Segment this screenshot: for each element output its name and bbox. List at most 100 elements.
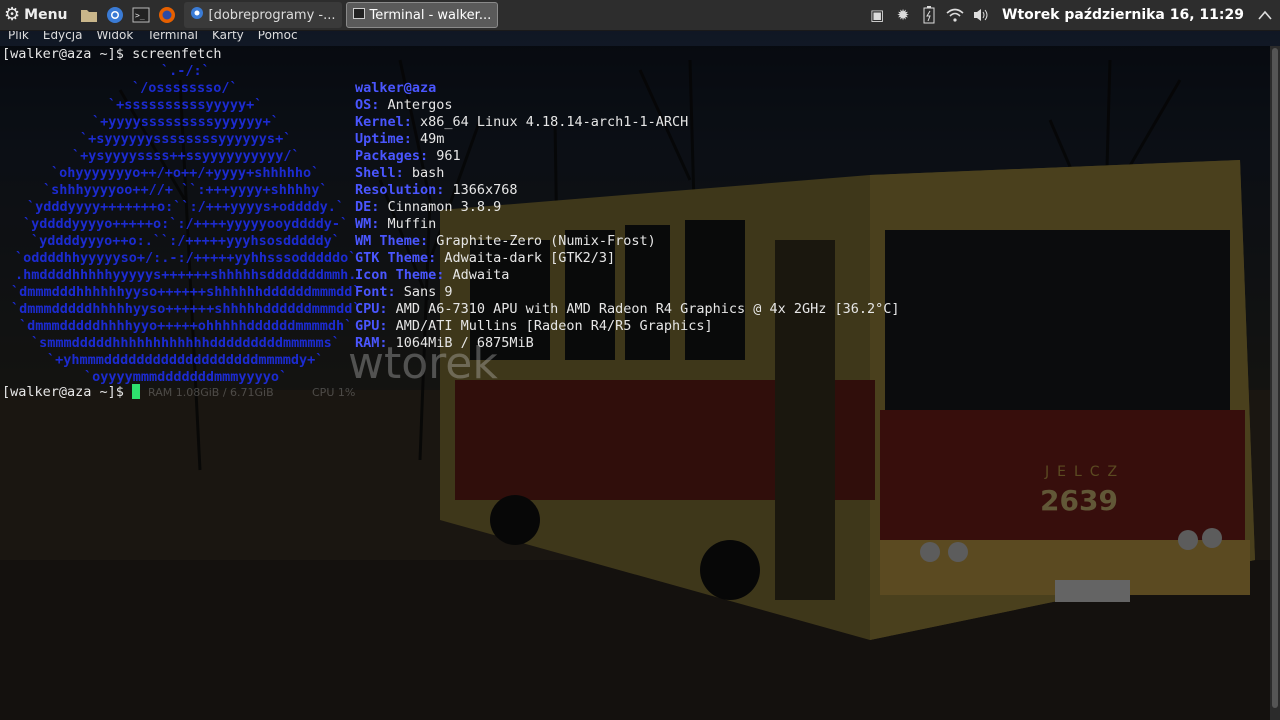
terminal-menu-item[interactable]: Plik bbox=[0, 29, 35, 46]
terminal-scrollbar[interactable] bbox=[1270, 46, 1280, 720]
logo-line: `+yhmmmdddddddddddddddddddmmmmdy+` bbox=[47, 352, 324, 368]
wifi-icon[interactable] bbox=[946, 6, 964, 24]
info-line: GTK Theme: Adwaita-dark [GTK2/3] bbox=[355, 250, 615, 267]
prompt-line[interactable]: [walker@aza ~]$ bbox=[2, 384, 141, 401]
info-key: DE: bbox=[355, 199, 380, 215]
info-value: 961 bbox=[428, 148, 461, 164]
info-value: Cinnamon 3.8.9 bbox=[379, 199, 502, 215]
chromium-icon bbox=[190, 6, 204, 24]
info-line: Shell: bash bbox=[355, 165, 444, 182]
info-line: Kernel: x86_64 Linux 4.18.14-arch1-1-ARC… bbox=[355, 114, 688, 131]
logo-line: `shhhyyyyoo++//+ ``:+++yyyy+shhhhy` bbox=[43, 182, 328, 198]
logo-line: `/ossssssso/` bbox=[132, 80, 238, 96]
info-value: 1366x768 bbox=[444, 182, 518, 198]
top-panel: ⚙ Menu >_ [dobreprogramy -... Terminal -… bbox=[0, 0, 1280, 31]
logo-line: `ydddyyyy+++++++o:``:/+++yyyys+oddddy.` bbox=[27, 199, 344, 215]
info-key: Packages: bbox=[355, 148, 429, 164]
logo-line: `dmmmdddddhhhhhyyso++++++shhhhhddddddmmm… bbox=[11, 301, 361, 317]
info-line: walker@aza bbox=[355, 80, 436, 97]
info-value: Adwaita bbox=[444, 267, 510, 283]
screenshot-icon[interactable]: ▣ bbox=[868, 6, 886, 24]
terminal-menu-item[interactable]: Widok bbox=[88, 29, 139, 46]
info-line: WM: Muffin bbox=[355, 216, 436, 233]
menu-button[interactable]: ⚙ Menu bbox=[0, 0, 76, 30]
chromium-launcher-icon[interactable] bbox=[105, 5, 125, 25]
info-key: walker@aza bbox=[355, 80, 437, 96]
logo-line: `oddddhhyyyyyso+/:.-:/+++++yyhhsssoddddd… bbox=[15, 250, 357, 266]
battery-icon[interactable] bbox=[920, 6, 938, 24]
info-value: bash bbox=[403, 165, 445, 181]
terminal-window[interactable]: [walker@aza ~]$ screenfetch `.-/:` `/osss… bbox=[0, 46, 1270, 720]
info-line: DE: Cinnamon 3.8.9 bbox=[355, 199, 501, 216]
command-line: [walker@aza ~]$ screenfetch bbox=[2, 46, 221, 63]
prompt: [walker@aza ~]$ bbox=[2, 384, 124, 400]
info-key: Uptime: bbox=[355, 131, 412, 147]
info-line: Uptime: 49m bbox=[355, 131, 444, 148]
logo-line: `+yyyysssssssssyyyyyy+` bbox=[92, 114, 279, 130]
logo-line: `dmmmdddddhhhhyyo+++++ohhhhhddddddmmmmdh… bbox=[19, 318, 353, 334]
info-line: CPU: AMD A6-7310 APU with AMD Radeon R4 … bbox=[355, 301, 900, 318]
info-key: WM Theme: bbox=[355, 233, 429, 249]
command-text: screenfetch bbox=[132, 46, 222, 62]
window-button-terminal[interactable]: Terminal - walker... bbox=[345, 2, 499, 28]
window-label: [dobreprogramy -... bbox=[208, 7, 336, 23]
logo-line: `+ysyyyyssss++ssyyyyyyyyyy/` bbox=[72, 148, 300, 164]
info-value: AMD/ATI Mullins [Radeon R4/R5 Graphics] bbox=[387, 318, 713, 334]
conky-day: wtorek bbox=[348, 338, 498, 389]
window-label: Terminal - walker... bbox=[369, 7, 492, 23]
conky-cpu: CPU 1% bbox=[312, 386, 356, 399]
clock[interactable]: Wtorek października 16, 11:29 bbox=[1002, 7, 1244, 23]
text-cursor bbox=[132, 384, 141, 399]
info-line: Packages: 961 bbox=[355, 148, 461, 165]
terminal-menu-item[interactable]: Karty bbox=[204, 29, 250, 46]
info-line: OS: Antergos bbox=[355, 97, 453, 114]
info-value: AMD A6-7310 APU with AMD Radeon R4 Graph… bbox=[387, 301, 900, 317]
terminal-menu-item[interactable]: Pomoc bbox=[250, 29, 304, 46]
terminal-menu-item[interactable]: Terminal bbox=[139, 29, 204, 46]
files-launcher-icon[interactable] bbox=[79, 5, 99, 25]
terminal-icon bbox=[352, 7, 365, 23]
logo-line: .hmddddhhhhhyyyyys++++++shhhhhsdddddddmm… bbox=[15, 267, 357, 283]
volume-icon[interactable] bbox=[972, 6, 990, 24]
info-line: Icon Theme: Adwaita bbox=[355, 267, 509, 284]
info-key: Shell: bbox=[355, 165, 404, 181]
info-key: Resolution: bbox=[355, 182, 445, 198]
prompt: [walker@aza ~]$ bbox=[2, 46, 124, 62]
chevron-up-icon[interactable] bbox=[1256, 6, 1274, 24]
window-button-browser[interactable]: [dobreprogramy -... bbox=[183, 2, 342, 28]
info-value: Sans 9 bbox=[395, 284, 453, 300]
logo-line: `+syyyyyyssssssssyyyyyys+` bbox=[80, 131, 292, 147]
settings-gear-icon[interactable]: ✹ bbox=[894, 6, 912, 24]
info-value: Adwaita-dark [GTK2/3] bbox=[436, 250, 616, 266]
svg-text:>_: >_ bbox=[135, 11, 145, 20]
menu-label: Menu bbox=[24, 7, 68, 23]
info-key: Kernel: bbox=[355, 114, 412, 130]
logo-line: `yddddyyyo++o:.``:/+++++yyyhsosdddddy` bbox=[31, 233, 340, 249]
logo-line: `+ssssssssssyyyyy+` bbox=[108, 97, 263, 113]
info-key: GTK Theme: bbox=[355, 250, 437, 266]
firefox-launcher-icon[interactable] bbox=[157, 5, 177, 25]
info-line: WM Theme: Graphite-Zero (Numix-Frost) bbox=[355, 233, 656, 250]
info-line: GPU: AMD/ATI Mullins [Radeon R4/R5 Graph… bbox=[355, 318, 713, 335]
info-key: OS: bbox=[355, 97, 380, 113]
info-value: x86_64 Linux 4.18.14-arch1-1-ARCH bbox=[411, 114, 689, 130]
logo-line: `ohyyyyyyyo++/+o++/+yyyy+shhhhho` bbox=[51, 165, 320, 181]
info-key: CPU: bbox=[355, 301, 388, 317]
info-key: GPU: bbox=[355, 318, 388, 334]
info-line: Resolution: 1366x768 bbox=[355, 182, 518, 199]
info-value: Graphite-Zero (Numix-Frost) bbox=[428, 233, 656, 249]
terminal-launcher-icon[interactable]: >_ bbox=[131, 5, 151, 25]
scrollbar-thumb[interactable] bbox=[1272, 48, 1278, 708]
info-key: Font: bbox=[355, 284, 396, 300]
info-value: Antergos bbox=[379, 97, 453, 113]
logo-line: `yddddyyyyo+++++o:`:/++++yyyyyooyddddy-` bbox=[23, 216, 349, 232]
info-value: Muffin bbox=[379, 216, 437, 232]
terminal-menu-item[interactable]: Edycja bbox=[35, 29, 89, 46]
logo-line: `.-/:` bbox=[161, 63, 210, 79]
gear-icon: ⚙ bbox=[4, 4, 21, 25]
info-value: 49m bbox=[411, 131, 445, 147]
info-line: Font: Sans 9 bbox=[355, 284, 453, 301]
conky-ram: RAM 1.08GiB / 6.71GiB bbox=[148, 386, 274, 399]
terminal-menubar: Plik Edycja Widok Terminal Karty Pomoc bbox=[0, 29, 304, 46]
info-key: Icon Theme: bbox=[355, 267, 445, 283]
